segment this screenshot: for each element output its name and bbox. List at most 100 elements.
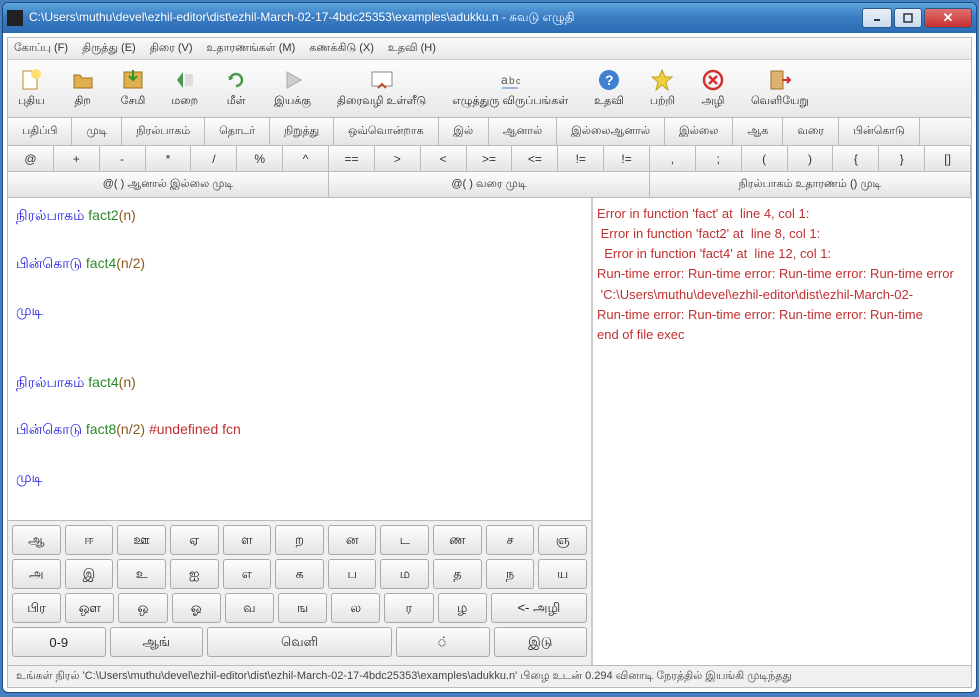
op-btn[interactable]: != <box>558 146 604 171</box>
maximize-button[interactable] <box>894 8 922 28</box>
kw-btn[interactable]: பதிப்பி <box>8 118 72 145</box>
tool-prefs[interactable]: abcஎழுத்துரு விருப்பங்கள் <box>452 68 568 109</box>
kw-btn[interactable]: இல்லை <box>665 118 733 145</box>
op-btn[interactable]: ; <box>696 146 742 171</box>
kw-btn[interactable]: முடி <box>72 118 122 145</box>
kb-space[interactable]: வெளி <box>207 627 392 657</box>
tool-open[interactable]: திற <box>71 68 95 109</box>
kb-key[interactable]: ய <box>538 559 587 589</box>
kb-key[interactable]: த <box>433 559 482 589</box>
op-btn[interactable]: [] <box>925 146 971 171</box>
kb-key[interactable]: ஓ <box>172 593 221 623</box>
op-btn[interactable]: ) <box>788 146 834 171</box>
kb-key[interactable]: ச <box>486 525 535 555</box>
kb-key[interactable]: ண <box>433 525 482 555</box>
op-btn[interactable]: { <box>833 146 879 171</box>
kb-key[interactable]: ழ <box>438 593 487 623</box>
kb-key[interactable]: இ <box>65 559 114 589</box>
tool-clear[interactable]: அழி <box>701 68 725 109</box>
kb-key[interactable]: ஐ <box>170 559 219 589</box>
minimize-button[interactable] <box>862 8 892 28</box>
kb-key[interactable]: ல <box>331 593 380 623</box>
kb-key[interactable]: ஞ <box>538 525 587 555</box>
kb-key[interactable]: ப <box>328 559 377 589</box>
output-console[interactable]: Error in function 'fact' at line 4, col … <box>593 198 971 665</box>
op-btn[interactable]: > <box>375 146 421 171</box>
tool-about[interactable]: பற்றி <box>650 68 675 109</box>
op-btn[interactable]: == <box>329 146 375 171</box>
kw-btn[interactable]: ஒவ்வொன்றாக <box>334 118 439 145</box>
kw-btn[interactable]: நிறுத்து <box>270 118 334 145</box>
op-btn[interactable]: <= <box>512 146 558 171</box>
tool-exit[interactable]: வெளியேறு <box>751 68 809 109</box>
close-button[interactable]: ✕ <box>924 8 972 28</box>
kb-key[interactable]: ங <box>278 593 327 623</box>
op-btn[interactable]: / <box>191 146 237 171</box>
menu-edit[interactable]: திருத்து (E) <box>82 42 136 56</box>
op-btn[interactable]: ^ <box>283 146 329 171</box>
op-btn[interactable]: } <box>879 146 925 171</box>
kw-btn[interactable]: பின்கொடு <box>839 118 920 145</box>
menu-view[interactable]: திரை (V) <box>150 42 193 56</box>
open-icon <box>71 68 95 92</box>
kb-key[interactable]: ர <box>384 593 433 623</box>
op-btn[interactable]: * <box>146 146 192 171</box>
menu-file[interactable]: கோப்பு (F) <box>14 42 68 56</box>
kb-key[interactable]: ந <box>486 559 535 589</box>
menu-calc[interactable]: கணக்கிடு (X) <box>309 42 374 56</box>
kb-key[interactable]: அ <box>12 559 61 589</box>
kw-btn[interactable]: ஆனால் <box>489 118 557 145</box>
tool-undo[interactable]: மீள் <box>224 68 248 109</box>
op-btn[interactable]: + <box>54 146 100 171</box>
kw-btn[interactable]: வரை <box>783 118 839 145</box>
template-if[interactable]: @( ) ஆனால் இல்லை முடி <box>8 172 329 197</box>
kb-backspace[interactable]: <- அழி <box>491 593 587 623</box>
kb-key[interactable]: ஒ <box>118 593 167 623</box>
kb-key[interactable]: பிர <box>12 593 61 623</box>
kw-btn[interactable]: இல்லைஆனால் <box>557 118 665 145</box>
kw-btn[interactable]: ஆக <box>733 118 783 145</box>
code-editor[interactable]: நிரல்பாகம் fact2(n) பின்கொடு fact4(n/2) … <box>8 198 591 520</box>
tool-save[interactable]: சேமி <box>121 68 146 109</box>
kb-lang[interactable]: ஆங் <box>110 627 204 657</box>
kb-key[interactable]: ஈ <box>65 525 114 555</box>
kb-key[interactable]: வ <box>225 593 274 623</box>
kb-key[interactable]: உ <box>117 559 166 589</box>
op-btn[interactable]: != <box>604 146 650 171</box>
kb-key[interactable]: எ <box>223 559 272 589</box>
kb-key[interactable]: ள <box>223 525 272 555</box>
kw-btn[interactable]: தொடர் <box>205 118 270 145</box>
kb-key[interactable]: ஔ <box>65 593 114 623</box>
op-btn[interactable]: , <box>650 146 696 171</box>
tool-new[interactable]: புதிய <box>18 68 45 109</box>
tool-help[interactable]: ?உதவி <box>594 68 624 109</box>
op-btn[interactable]: - <box>100 146 146 171</box>
template-while[interactable]: @( ) வரை முடி <box>329 172 650 197</box>
kb-key[interactable]: ம <box>380 559 429 589</box>
kb-key[interactable]: ஏ <box>170 525 219 555</box>
menu-help[interactable]: உதவி (H) <box>388 42 436 56</box>
kw-btn[interactable]: நிரல்பாகம் <box>122 118 205 145</box>
op-btn[interactable]: < <box>421 146 467 171</box>
kb-key[interactable]: ட <box>380 525 429 555</box>
op-btn[interactable]: % <box>237 146 283 171</box>
kb-numbers[interactable]: 0-9 <box>12 627 106 657</box>
menu-examples[interactable]: உதாரணங்கள் (M) <box>207 42 296 56</box>
kb-insert[interactable]: இடு <box>494 627 588 657</box>
tool-screen[interactable]: திரைவழி உள்ளீடு <box>337 68 426 109</box>
kb-key[interactable]: க <box>275 559 324 589</box>
kb-key[interactable]: ன <box>328 525 377 555</box>
kb-key[interactable]: ஆ <box>12 525 61 555</box>
template-func[interactable]: நிரல்பாகம் உதாரணம் () முடி <box>650 172 971 197</box>
tool-run[interactable]: இயக்கு <box>274 68 311 109</box>
kw-btn[interactable]: இல் <box>439 118 489 145</box>
op-btn[interactable]: @ <box>8 146 54 171</box>
kb-key[interactable]: ற <box>275 525 324 555</box>
tool-hide[interactable]: மறை <box>171 68 198 109</box>
kb-pulli[interactable]: ் <box>396 627 490 657</box>
titlebar[interactable]: C:\Users\muthu\devel\ezhil-editor\dist\e… <box>3 3 976 33</box>
op-btn[interactable]: ( <box>742 146 788 171</box>
operator-toolbar: @ + - * / % ^ == > < >= <= != != , ; ( )… <box>8 146 971 172</box>
op-btn[interactable]: >= <box>467 146 513 171</box>
kb-key[interactable]: ஊ <box>117 525 166 555</box>
